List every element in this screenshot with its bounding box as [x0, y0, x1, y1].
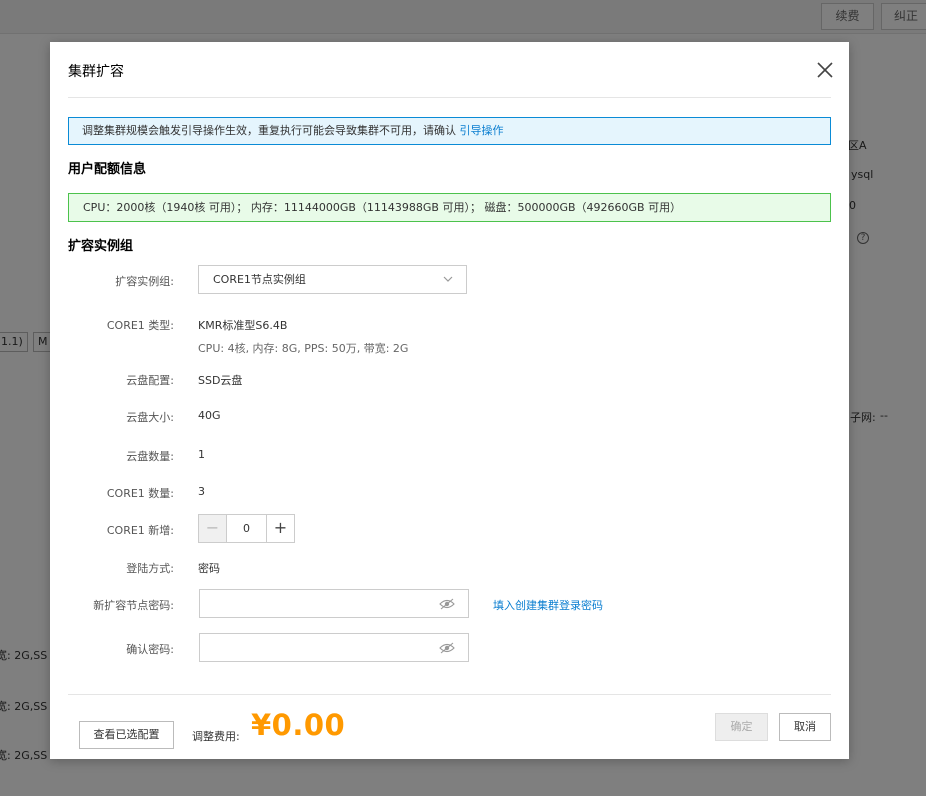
fee-value: ¥0.00	[251, 708, 346, 742]
notice-text: 调整集群规模会触发引导操作生效，重复执行可能会导致集群不可用，请确认	[82, 124, 456, 137]
instance-group-selected: CORE1节点实例组	[213, 273, 306, 286]
confirm-password-field	[199, 633, 469, 662]
group-label: 扩容实例组:	[115, 275, 174, 288]
disk-config-label: 云盘配置:	[126, 374, 174, 387]
notice-banner: 调整集群规模会触发引导操作生效，重复执行可能会导致集群不可用，请确认 引导操作	[68, 117, 831, 145]
login-method-label: 登陆方式:	[126, 562, 174, 575]
decrement-button[interactable]: −	[199, 515, 227, 542]
eye-off-icon[interactable]	[439, 598, 455, 610]
confirm-password-label: 确认密码:	[126, 643, 174, 656]
new-password-label: 新扩容节点密码:	[93, 599, 174, 612]
fee-label: 调整费用:	[192, 730, 240, 743]
cancel-button[interactable]: 取消	[779, 713, 831, 741]
confirm-button[interactable]: 确定	[715, 713, 768, 741]
type-spec: CPU: 4核, 内存: 8G, PPS: 50万, 带宽: 2G	[198, 342, 409, 355]
dialog-title: 集群扩容	[68, 64, 124, 80]
scale-out-dialog: 集群扩容 调整集群规模会触发引导操作生效，重复执行可能会导致集群不可用，请确认 …	[50, 42, 849, 759]
view-selected-config-button[interactable]: 查看已选配置	[79, 721, 174, 749]
disk-count-value: 1	[198, 448, 205, 461]
disk-count-label: 云盘数量:	[126, 450, 174, 463]
disk-size-value: 40G	[198, 409, 221, 422]
confirm-password-input[interactable]	[200, 634, 430, 661]
quota-banner: CPU：2000核（1940核 可用）； 内存：11144000GB（11143…	[68, 193, 831, 222]
increment-button[interactable]: +	[266, 515, 294, 542]
disk-config-value: SSD云盘	[198, 374, 243, 387]
close-button[interactable]	[815, 60, 835, 80]
core-add-stepper: − +	[198, 514, 295, 543]
type-label: CORE1 类型:	[106, 319, 174, 332]
close-icon	[817, 62, 833, 78]
login-method-value: 密码	[198, 562, 220, 575]
eye-off-icon[interactable]	[439, 642, 455, 654]
core-count-value: 3	[198, 485, 205, 498]
type-value: KMR标准型S6.4B	[198, 319, 288, 332]
instance-group-select[interactable]: CORE1节点实例组	[198, 265, 467, 294]
footer-divider	[68, 694, 831, 695]
core-add-input[interactable]	[227, 515, 266, 542]
group-section-title: 扩容实例组	[68, 239, 134, 254]
quota-section-title: 用户配额信息	[68, 162, 147, 177]
core-count-label: CORE1 数量:	[106, 487, 174, 500]
new-password-field	[199, 589, 469, 618]
chevron-down-icon	[443, 276, 453, 282]
new-password-input[interactable]	[200, 590, 430, 617]
core-add-label: CORE1 新增:	[106, 524, 174, 537]
disk-size-label: 云盘大小:	[126, 411, 174, 424]
fill-cluster-password-link[interactable]: 填入创建集群登录密码	[493, 597, 603, 613]
title-divider	[68, 97, 831, 98]
bootstrap-action-link[interactable]: 引导操作	[460, 124, 504, 137]
